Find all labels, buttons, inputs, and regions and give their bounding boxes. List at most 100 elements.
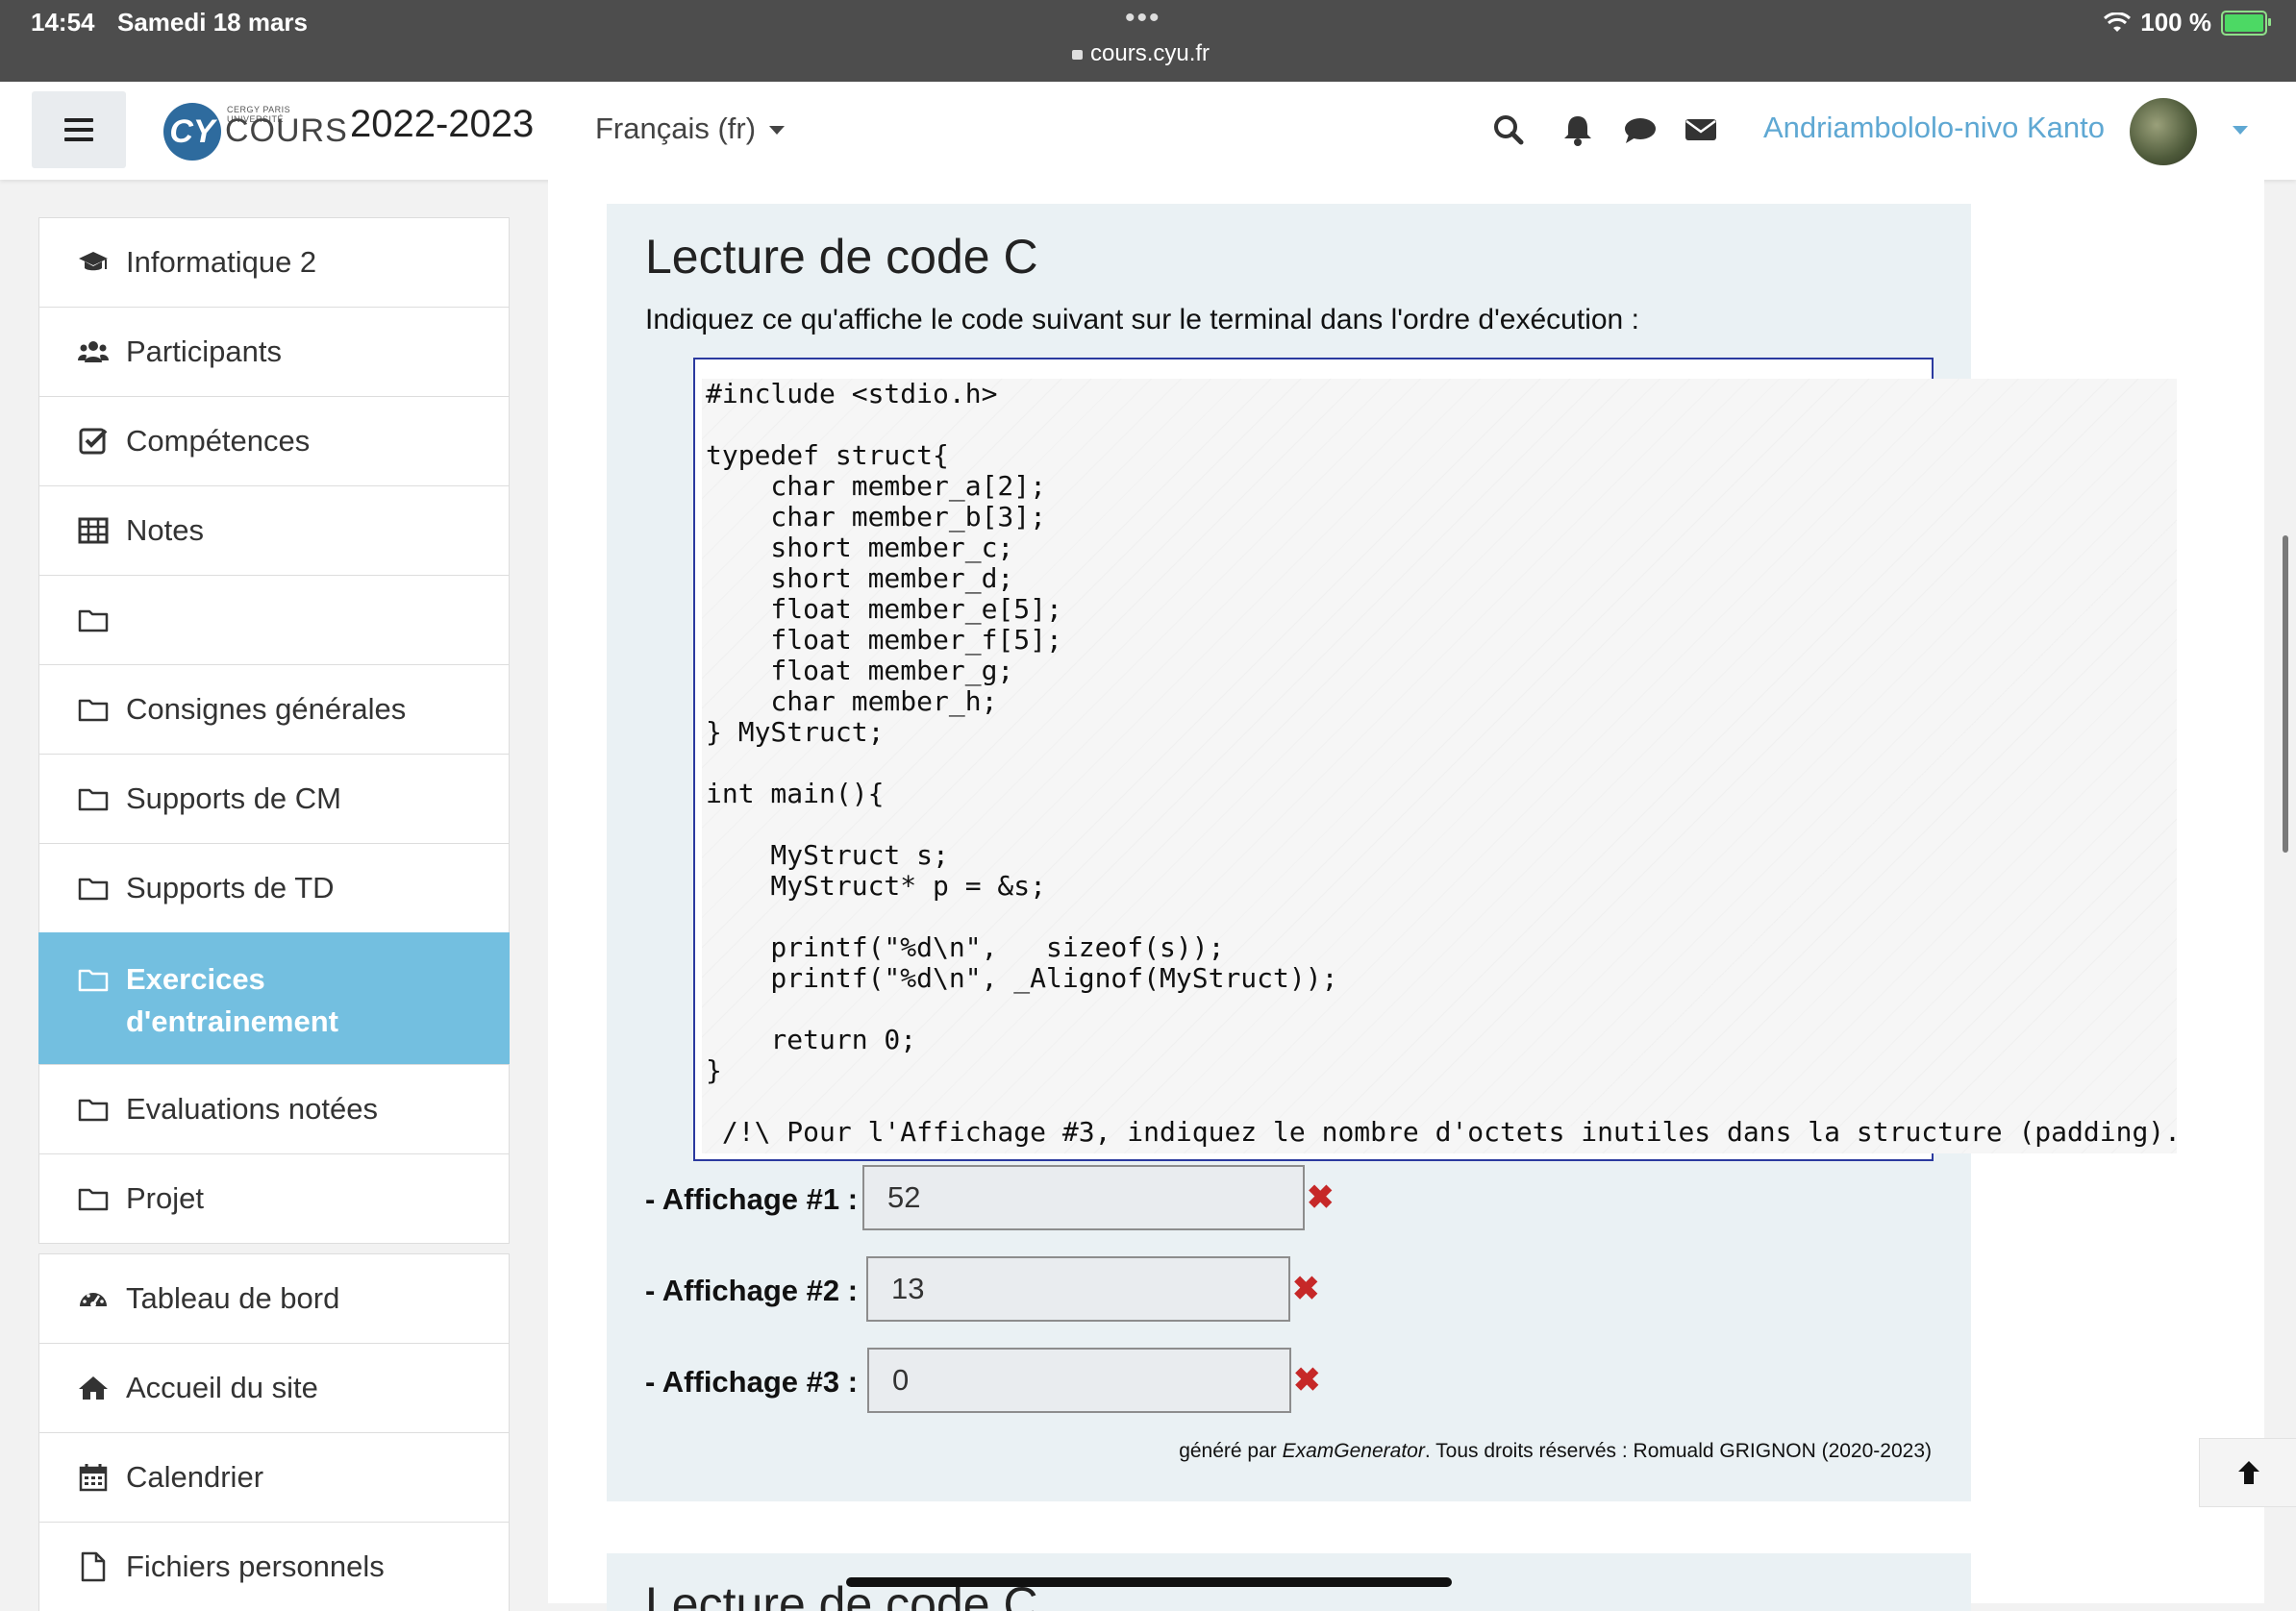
answer-input-2[interactable]: 13: [866, 1256, 1290, 1322]
logo-cours: COURS: [225, 112, 348, 149]
sidebar-item-label: Evaluations notées: [126, 1092, 378, 1126]
envelope-icon[interactable]: [1682, 111, 1720, 149]
academic-year: 2022-2023: [350, 103, 535, 145]
sidebar-item-label: Consignes générales: [126, 692, 407, 726]
sidebar-item-supports-td[interactable]: Supports de TD: [38, 843, 510, 932]
sidebar-item-label: Informatique 2: [126, 245, 317, 279]
folder-icon: [78, 878, 109, 901]
sidebar-item-fichiers-personnels[interactable]: Fichiers personnels: [38, 1522, 510, 1611]
url-bar[interactable]: cours.cyu.fr: [1072, 40, 1210, 67]
folder-icon: [78, 699, 109, 722]
sidebar-item-label: Accueil du site: [126, 1371, 318, 1404]
avatar[interactable]: [2130, 98, 2197, 165]
sidebar-item-projet[interactable]: Projet: [38, 1153, 510, 1244]
browser-more-icon[interactable]: •••: [1125, 2, 1161, 35]
language-dropdown[interactable]: Français (fr): [595, 112, 786, 146]
code-line: printf("%d\n", _Alignof(MyStruct));: [706, 962, 1338, 994]
sidebar-item-label: Calendrier: [126, 1460, 264, 1494]
sidebar-item-evaluations-notees[interactable]: Evaluations notées: [38, 1064, 510, 1153]
sidebar-item-label: Projet: [126, 1181, 204, 1215]
url-text: cours.cyu.fr: [1090, 40, 1210, 66]
hamburger-icon-bar: [64, 137, 93, 141]
sidebar-item-unnamed-section[interactable]: [38, 575, 510, 664]
sidebar-item-exercices[interactable]: Exercices d'entrainement: [38, 932, 510, 1064]
sidebar-item-label: Tableau de bord: [126, 1281, 340, 1315]
code-line: return 0;: [706, 1024, 917, 1055]
sidebar-item-accueil-du-site[interactable]: Accueil du site: [38, 1343, 510, 1432]
sidebar-item-participants[interactable]: Participants: [38, 307, 510, 396]
site-logo[interactable]: CY CERGY PARIS UNIVERSITÉ COURS: [163, 99, 348, 166]
incorrect-icon: ✖: [1292, 1271, 1320, 1307]
dashboard-icon: [80, 1293, 107, 1307]
credit-prefix: généré par: [1179, 1440, 1283, 1462]
sidebar-item-label: Participants: [126, 335, 282, 368]
battery-percent: 100 %: [2140, 8, 2211, 37]
answer-input-3[interactable]: 0: [867, 1348, 1291, 1413]
search-icon[interactable]: [1489, 111, 1528, 149]
code-line: float member_g;: [706, 655, 1014, 686]
users-icon: [78, 341, 109, 362]
code-line: #include <stdio.h>: [706, 378, 998, 409]
code-line: short member_c;: [706, 532, 1014, 563]
check-square-icon: [79, 428, 108, 455]
incorrect-icon: ✖: [1293, 1362, 1321, 1399]
home-indicator[interactable]: [846, 1577, 1452, 1587]
calendar-icon: [79, 1464, 108, 1492]
folder-icon: [78, 1099, 109, 1122]
sidebar-item-informatique-2[interactable]: Informatique 2: [38, 217, 510, 307]
logo-cy-mark: CY: [163, 103, 221, 161]
lock-icon: [1072, 50, 1083, 60]
sidebar-item-label: Supports de TD: [126, 871, 335, 905]
sidebar-item-label: Supports de CM: [126, 781, 341, 815]
menu-toggle-button[interactable]: [32, 91, 126, 168]
code-line: } MyStruct;: [706, 716, 885, 748]
generator-credit: généré par ExamGenerator. Tous droits ré…: [1179, 1440, 1932, 1463]
incorrect-icon: ✖: [1307, 1179, 1335, 1216]
folder-icon: [78, 1188, 109, 1211]
bell-icon[interactable]: [1559, 111, 1597, 149]
code-line: }: [706, 1054, 722, 1086]
status-right: 100 %: [2104, 8, 2271, 37]
answer-label: - Affichage #2 :: [645, 1274, 859, 1307]
home-icon: [79, 1376, 108, 1400]
sidebar-item-notes[interactable]: Notes: [38, 485, 510, 575]
code-line: int main(){: [706, 778, 885, 809]
sidebar-item-competences[interactable]: Compétences: [38, 396, 510, 485]
code-line: printf("%d\n", sizeof(s));: [706, 931, 1225, 963]
folder-icon: [78, 969, 109, 992]
folder-icon: [78, 609, 109, 632]
question-instructions: Indiquez ce qu'affiche le code suivant s…: [645, 304, 1639, 335]
folder-icon: [78, 788, 109, 811]
user-menu-name[interactable]: Andriambololo-nivo Kanto: [1763, 111, 2105, 145]
hamburger-icon: [64, 118, 93, 122]
answer-label: - Affichage #1 :: [645, 1182, 859, 1216]
code-line: float member_f[5];: [706, 624, 1062, 656]
sidebar-item-label: Compétences: [126, 424, 311, 458]
sidebar-item-supports-cm[interactable]: Supports de CM: [38, 754, 510, 843]
sidebar-item-tableau-de-bord[interactable]: Tableau de bord: [38, 1253, 510, 1343]
sidebar-item-label: Exercices d'entrainement: [126, 962, 338, 1038]
battery-icon: [2221, 10, 2271, 36]
sidebar-item-consignes-generales[interactable]: Consignes générales: [38, 664, 510, 754]
user-caret-down-icon[interactable]: [2233, 126, 2248, 135]
comment-icon[interactable]: [1621, 111, 1660, 149]
code-line: MyStruct* p = &s;: [706, 870, 1047, 902]
back-to-top-button[interactable]: [2199, 1438, 2296, 1507]
wifi-icon: [2104, 12, 2132, 32]
sidebar-item-calendrier[interactable]: Calendrier: [38, 1432, 510, 1522]
status-date: Samedi 18 mars: [117, 8, 309, 37]
code-block: #include <stdio.h> typedef struct{ char m…: [702, 378, 2181, 1153]
page-scrollbar[interactable]: [2283, 535, 2288, 853]
sidebar-item-label: Fichiers personnels: [126, 1549, 385, 1583]
code-line: char member_a[2];: [706, 470, 1047, 502]
sidebar-item-label: Notes: [126, 513, 204, 547]
credit-tool: ExamGenerator: [1282, 1440, 1425, 1462]
credit-suffix: . Tous droits réservés : Romuald GRIGNON…: [1424, 1440, 1932, 1462]
answer-input-1[interactable]: 52: [862, 1165, 1305, 1230]
